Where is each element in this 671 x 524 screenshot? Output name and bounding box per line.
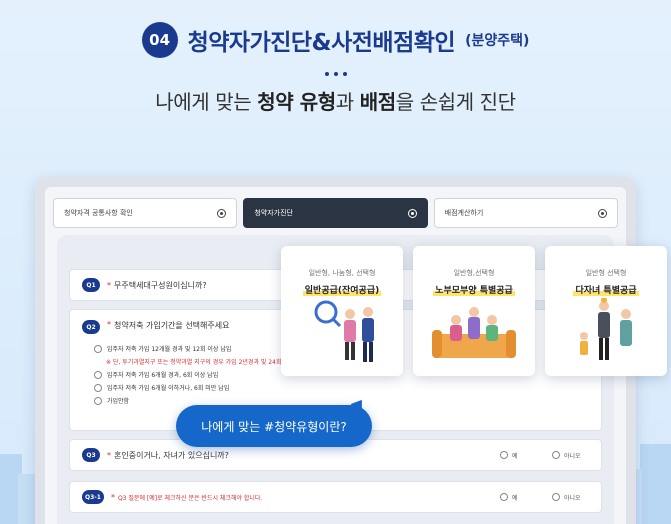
tab-score-calc[interactable]: 배점계산하기 <box>433 198 618 228</box>
check-icon <box>552 493 560 501</box>
check-icon <box>94 344 102 353</box>
multichild-family-icon <box>580 298 632 360</box>
q3-yes-option[interactable]: 예 <box>500 451 518 460</box>
type-card-elderly-support[interactable]: 일반형,선택형 노부모부양 특별공급 <box>413 246 535 376</box>
check-icon <box>500 451 508 459</box>
check-icon <box>94 370 102 379</box>
required-mark: * <box>107 280 111 290</box>
section-header: 04 청약자가진단&사전배점확인 (분양주택) 나에게 맞는 청약 유형과 배점… <box>0 22 671 115</box>
step-badge: 04 <box>141 22 178 58</box>
question-q3-1: Q3-1 * Q3 질문에 [예]로 체크하신 분은 반드시 체크해야 합니다.… <box>69 481 602 513</box>
type-card-multichild[interactable]: 일반형 선택형 다자녀 특별공급 <box>545 246 667 376</box>
required-mark: * <box>107 450 111 460</box>
option-item[interactable]: 입주자 저축 가입 6개월 경과, 6회 이상 납입 <box>94 368 281 381</box>
check-icon <box>94 383 102 392</box>
q3-1-no-option[interactable]: 아니오 <box>552 493 581 502</box>
page-subtitle: 나에게 맞는 청약 유형과 배점을 손쉽게 진단 <box>155 90 516 114</box>
radio-icon <box>597 208 607 218</box>
required-mark: * <box>110 492 115 502</box>
type-card-general[interactable]: 일반형, 나눔형, 선택형 일반공급(잔여공급) <box>281 246 403 376</box>
q3-1-yes-option[interactable]: 예 <box>500 493 518 502</box>
dots-divider <box>0 72 671 76</box>
radio-icon <box>407 208 417 218</box>
q3-no-option[interactable]: 아니오 <box>552 451 581 460</box>
people-magnifier-icon <box>314 300 374 362</box>
check-icon <box>552 451 560 459</box>
option-note: ※ 단, 투기과열지구 또는 청약과열 지구의 경우 가입 2년경과 및 24회 <box>106 359 282 366</box>
option-item[interactable]: 입주자 저축 가입 6개월 이하거나, 6회 미만 납입 <box>94 381 281 394</box>
tab-common-check[interactable]: 청약자격 공통사항 확인 <box>53 198 238 228</box>
tab-bar: 청약자격 공통사항 확인 청약자가진단 배점계산하기 <box>45 187 626 228</box>
callout-bubble[interactable]: 나에게 맞는 #청약유형이란? <box>176 405 372 447</box>
page-title-suffix: (분양주택) <box>465 33 530 49</box>
family-sofa-icon <box>432 307 516 358</box>
tab-self-diagnosis[interactable]: 청약자가진단 <box>243 198 428 228</box>
check-icon <box>500 493 508 501</box>
check-icon <box>94 396 102 405</box>
required-mark: * <box>107 320 111 329</box>
radio-icon <box>217 208 227 218</box>
q2-options: 입주자 저축 가입 12개월 경과 및 12회 이상 납입 ※ 단, 투기과열지… <box>94 342 281 407</box>
page-title: 청약자가진단&사전배점확인 <box>187 30 456 56</box>
option-item[interactable]: 입주자 저축 가입 12개월 경과 및 12회 이상 납입 <box>94 342 281 355</box>
